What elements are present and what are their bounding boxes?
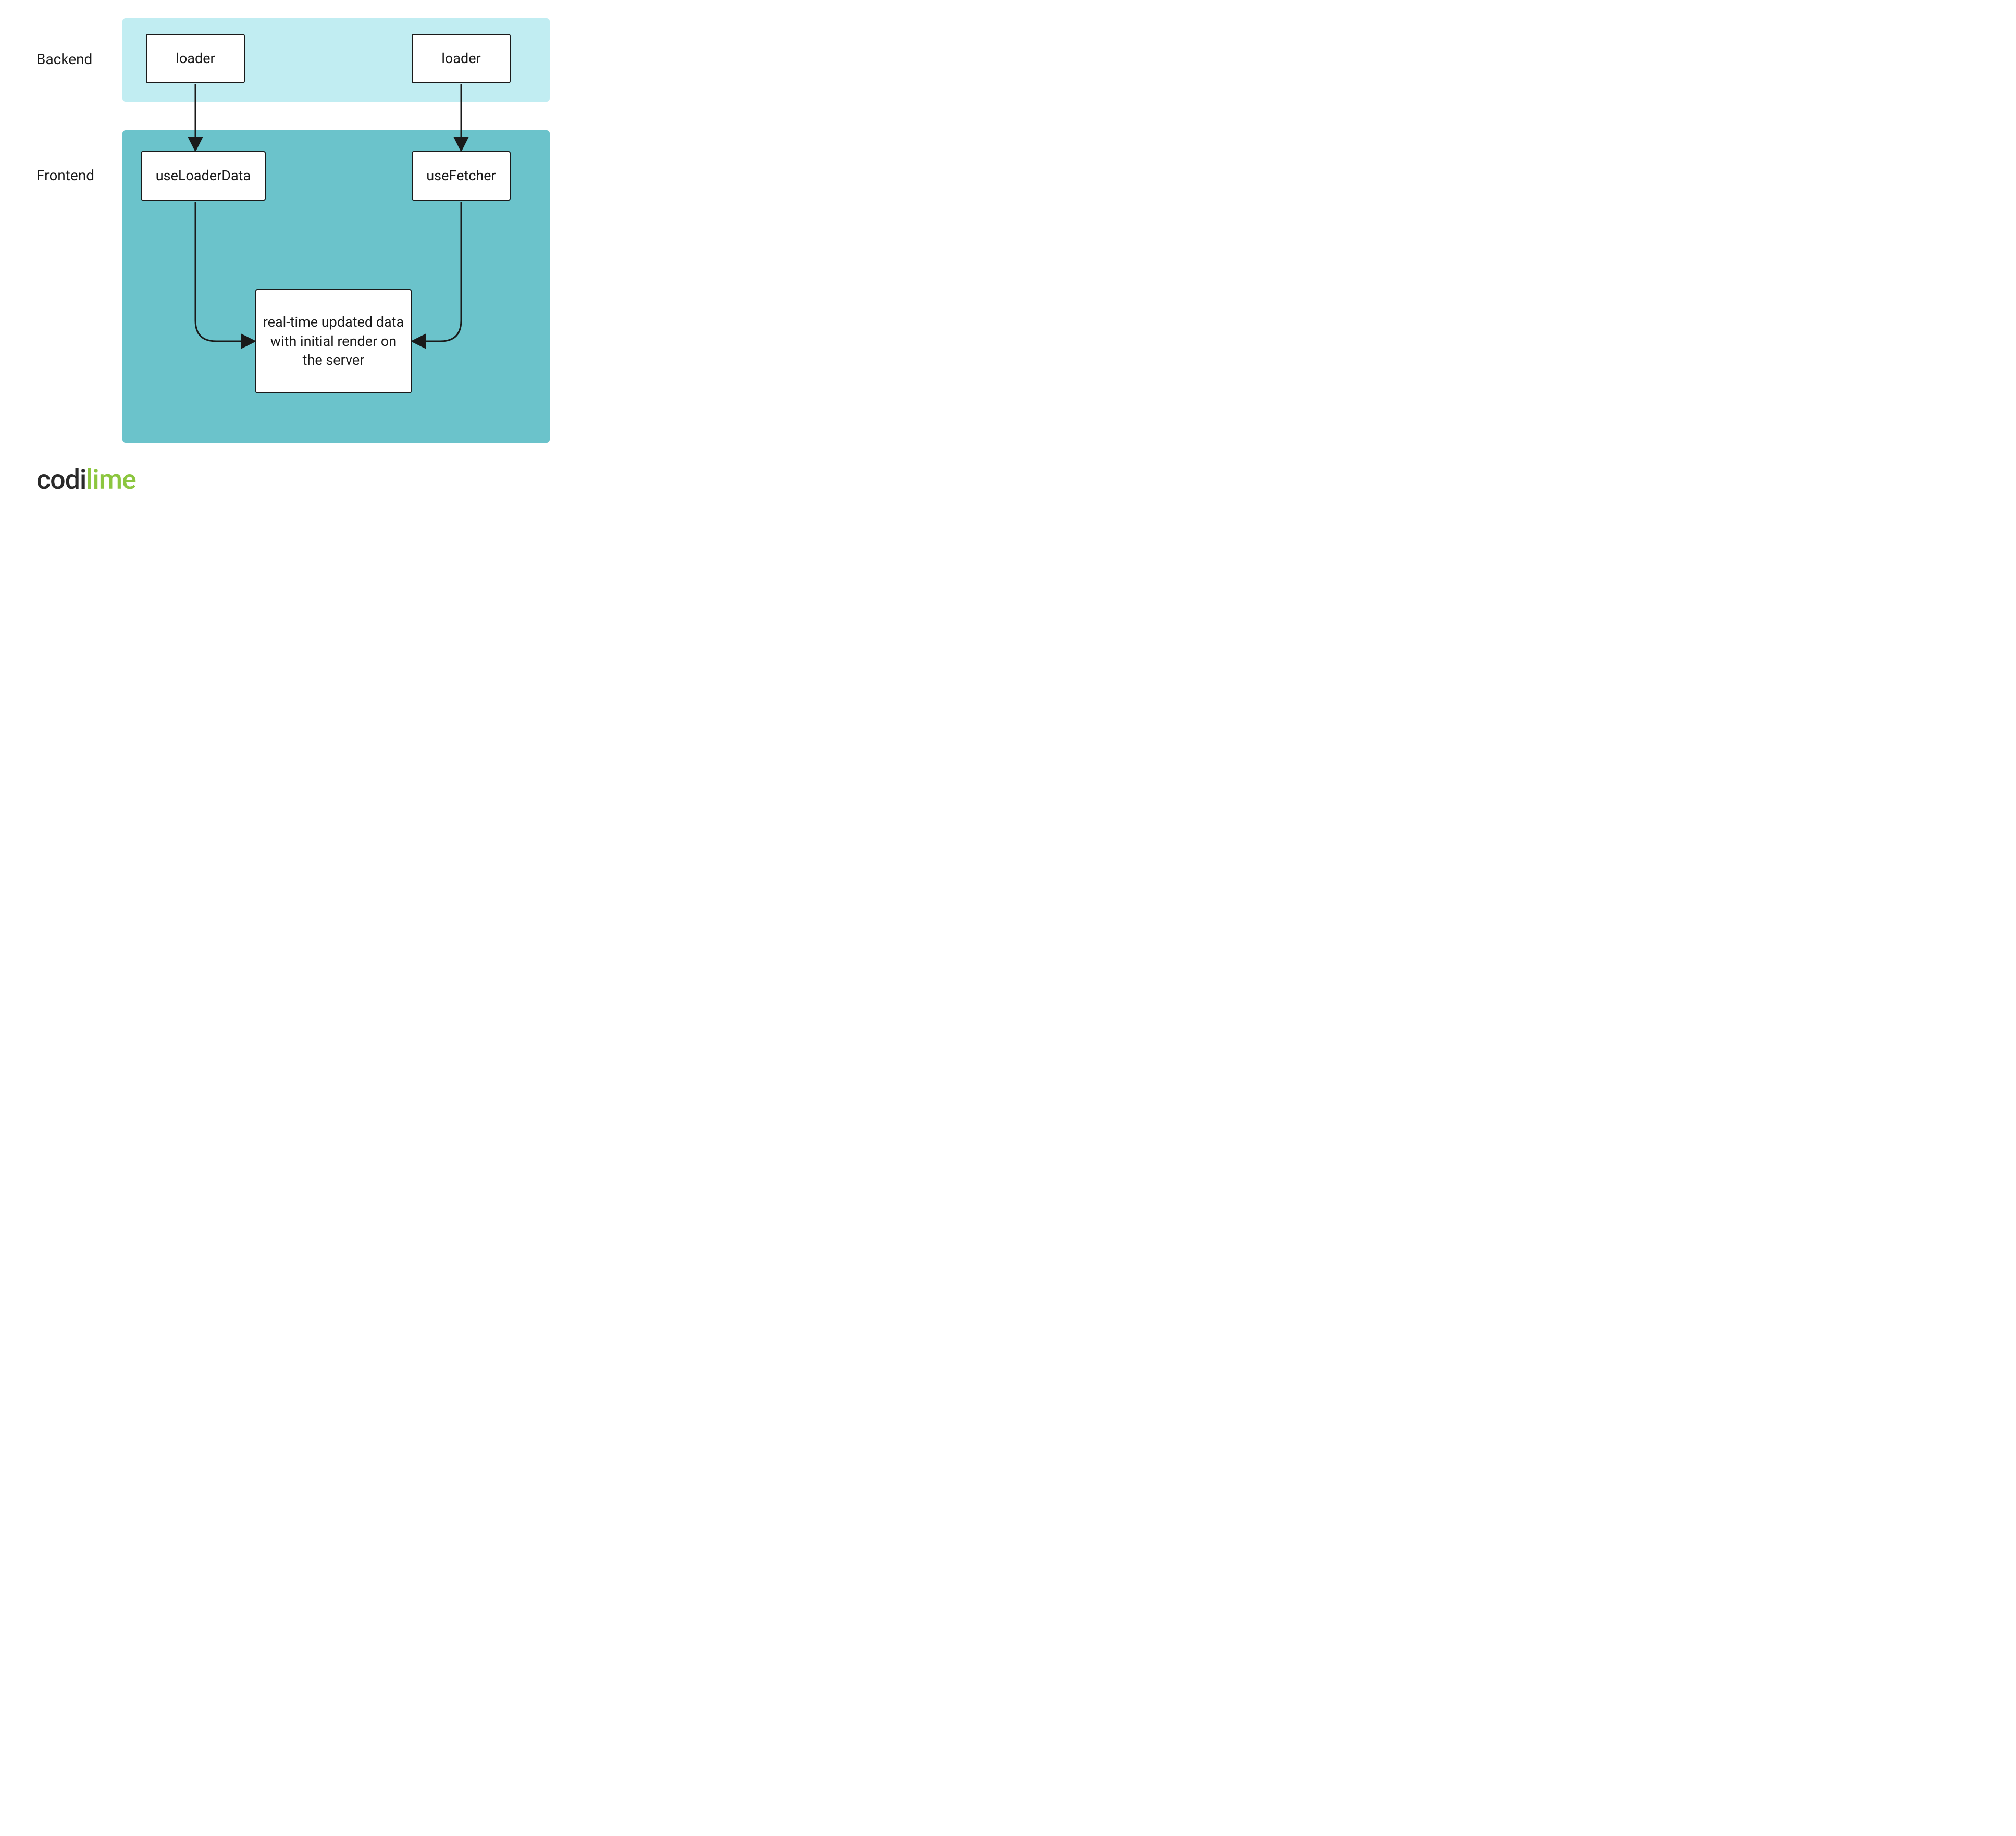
arrow-useloaderdata-to-result	[195, 202, 253, 341]
logo-part2: lime	[86, 464, 136, 495]
arrow-usefetcher-to-result	[414, 202, 461, 341]
arrows-svg	[0, 0, 573, 469]
logo-part1: codi	[36, 464, 86, 495]
codilime-logo: codilime	[36, 464, 136, 495]
